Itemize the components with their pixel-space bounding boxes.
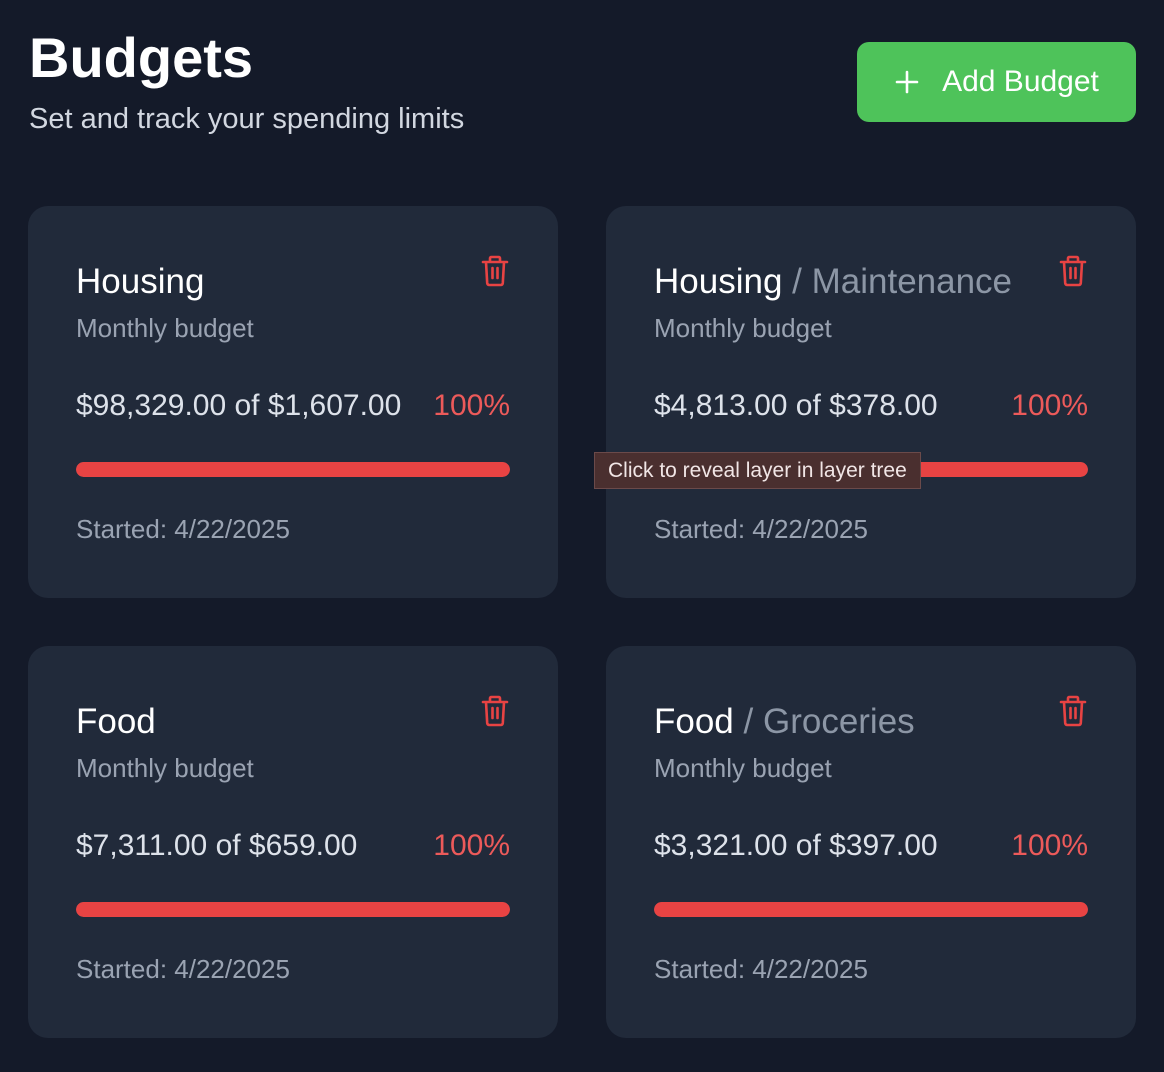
budget-separator: / — [733, 702, 763, 741]
budget-amount: $7,311.00 of $659.00 — [76, 829, 358, 862]
plus-icon — [894, 69, 920, 95]
budget-separator: / — [782, 262, 812, 301]
budget-card: Food / Groceries Monthly budget $3,321.0… — [606, 646, 1136, 1038]
budget-title: Food — [76, 700, 156, 744]
budget-title: Food / Groceries — [654, 700, 915, 744]
layer-tooltip: Click to reveal layer in layer tree — [594, 452, 921, 489]
budget-progress-fill — [76, 902, 510, 917]
budget-amount: $98,329.00 of $1,607.00 — [76, 389, 402, 422]
page-title: Budgets — [29, 26, 253, 89]
budget-category: Food — [76, 702, 156, 741]
budget-subcategory: Groceries — [762, 702, 915, 741]
budget-category: Housing — [76, 262, 205, 301]
budget-card: Housing Monthly budget $98,329.00 of $1,… — [28, 206, 558, 598]
budget-card: Housing / Maintenance Monthly budget $4,… — [606, 206, 1136, 598]
delete-budget-button[interactable] — [480, 255, 510, 287]
budget-period: Monthly budget — [76, 753, 254, 783]
add-budget-button[interactable]: Add Budget — [857, 42, 1136, 122]
budgets-page: Budgets Set and track your spending limi… — [0, 0, 1164, 1072]
budget-period: Monthly budget — [654, 313, 832, 343]
budget-progress-bar — [76, 902, 510, 917]
budget-progress-fill — [654, 902, 1088, 917]
budget-amount: $3,321.00 of $397.00 — [654, 829, 938, 862]
add-budget-label: Add Budget — [942, 65, 1099, 98]
budget-category: Housing — [654, 262, 783, 301]
budget-start-date: Started: 4/22/2025 — [76, 954, 290, 984]
trash-icon — [1059, 255, 1087, 287]
budget-card: Food Monthly budget $7,311.00 of $659.00… — [28, 646, 558, 1038]
budget-category: Food — [654, 702, 734, 741]
budget-percent: 100% — [1011, 829, 1088, 862]
budget-start-date: Started: 4/22/2025 — [654, 954, 868, 984]
budget-start-date: Started: 4/22/2025 — [654, 514, 868, 544]
budget-percent: 100% — [433, 829, 510, 862]
budget-progress-bar — [76, 462, 510, 477]
delete-budget-button[interactable] — [1058, 255, 1088, 287]
trash-icon — [481, 255, 509, 287]
budget-title: Housing / Maintenance — [654, 260, 1012, 304]
budget-title: Housing — [76, 260, 204, 304]
budget-percent: 100% — [1011, 389, 1088, 422]
trash-icon — [1059, 695, 1087, 727]
delete-budget-button[interactable] — [1058, 695, 1088, 727]
budget-period: Monthly budget — [654, 753, 832, 783]
page-subtitle: Set and track your spending limits — [29, 103, 465, 135]
budget-amount: $4,813.00 of $378.00 — [654, 389, 938, 422]
budget-start-date: Started: 4/22/2025 — [76, 514, 290, 544]
budget-period: Monthly budget — [76, 313, 254, 343]
delete-budget-button[interactable] — [480, 695, 510, 727]
budget-progress-fill — [76, 462, 510, 477]
budget-progress-bar — [654, 902, 1088, 917]
budget-subcategory: Maintenance — [811, 262, 1013, 301]
budget-percent: 100% — [433, 389, 510, 422]
trash-icon — [481, 695, 509, 727]
